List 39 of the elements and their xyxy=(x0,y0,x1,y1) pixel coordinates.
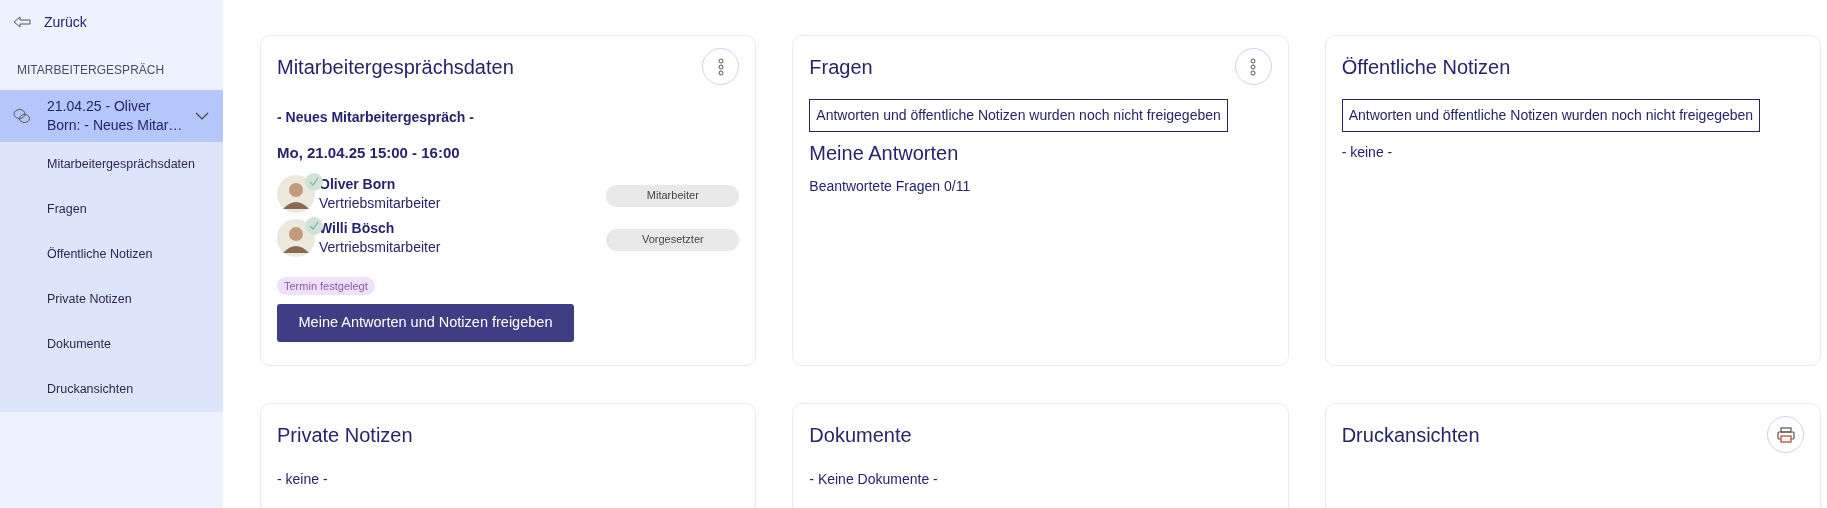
printer-icon xyxy=(1776,426,1795,443)
empty-text: - Keine Dokumente - xyxy=(809,470,939,489)
release-button[interactable]: Meine Antworten und Notizen freigeben xyxy=(277,304,574,342)
participant-position: Vertriebsmitarbeiter xyxy=(319,193,441,213)
empty-text: - keine - xyxy=(1341,143,1394,162)
role-badge: Vorgesetzter xyxy=(606,228,740,251)
more-button[interactable] xyxy=(1234,48,1272,85)
more-icon xyxy=(1250,57,1257,76)
meeting-subject: - Neues Mitarbeitergespräch - xyxy=(277,108,475,127)
print-button[interactable] xyxy=(1767,416,1804,453)
status-tag: Termin festgelegt xyxy=(277,276,375,295)
card-title: Fragen xyxy=(809,54,873,80)
back-arrow-icon xyxy=(13,16,31,28)
section-heading: Meine Antworten xyxy=(809,141,960,166)
card-title: Private Notizen xyxy=(277,422,413,448)
section-title: MITARBEITERGESPRÄCH xyxy=(16,62,166,79)
notice-box: Antworten und öffentliche Notizen wurden noch nicht freigegeben xyxy=(809,99,1228,132)
card-title: Druckansichten xyxy=(1341,422,1480,448)
sidebar-item[interactable]: Fragen xyxy=(0,187,223,232)
meeting-date: Mo, 21.04.25 15:00 - 16:00 xyxy=(277,143,461,163)
sidebar-item[interactable]: Dokumente xyxy=(0,322,223,367)
role-badge: Mitarbeiter xyxy=(606,184,740,207)
back-link[interactable]: Zurück xyxy=(0,0,223,44)
sidebar-item[interactable]: Öffentliche Notizen xyxy=(0,232,223,277)
card-title: Mitarbeitergesprächsdaten xyxy=(277,54,514,80)
card-title: Dokumente xyxy=(809,422,912,448)
participant-position: Vertriebsmitarbeiter xyxy=(319,237,441,257)
chat-icon xyxy=(13,108,31,124)
conversation-item[interactable]: 21.04.25 - Oliver Born: - Neues Mitar… xyxy=(0,90,223,142)
card-title: Öffentliche Notizen xyxy=(1341,54,1511,80)
notice-box: Antworten und öffentliche Notizen wurden noch nicht freigegeben xyxy=(1341,99,1761,132)
sidebar-item[interactable]: Druckansichten xyxy=(0,367,223,412)
progress-text: Beantwortete Fragen 0/11 xyxy=(809,177,972,196)
chevron-icon xyxy=(195,112,209,120)
sidebar-item[interactable]: Private Notizen xyxy=(0,277,223,322)
more-icon xyxy=(717,57,724,76)
more-button[interactable] xyxy=(702,48,740,85)
sidebar-item[interactable]: Mitarbeitergesprächsdaten xyxy=(0,142,223,187)
empty-text: - keine - xyxy=(277,470,329,489)
